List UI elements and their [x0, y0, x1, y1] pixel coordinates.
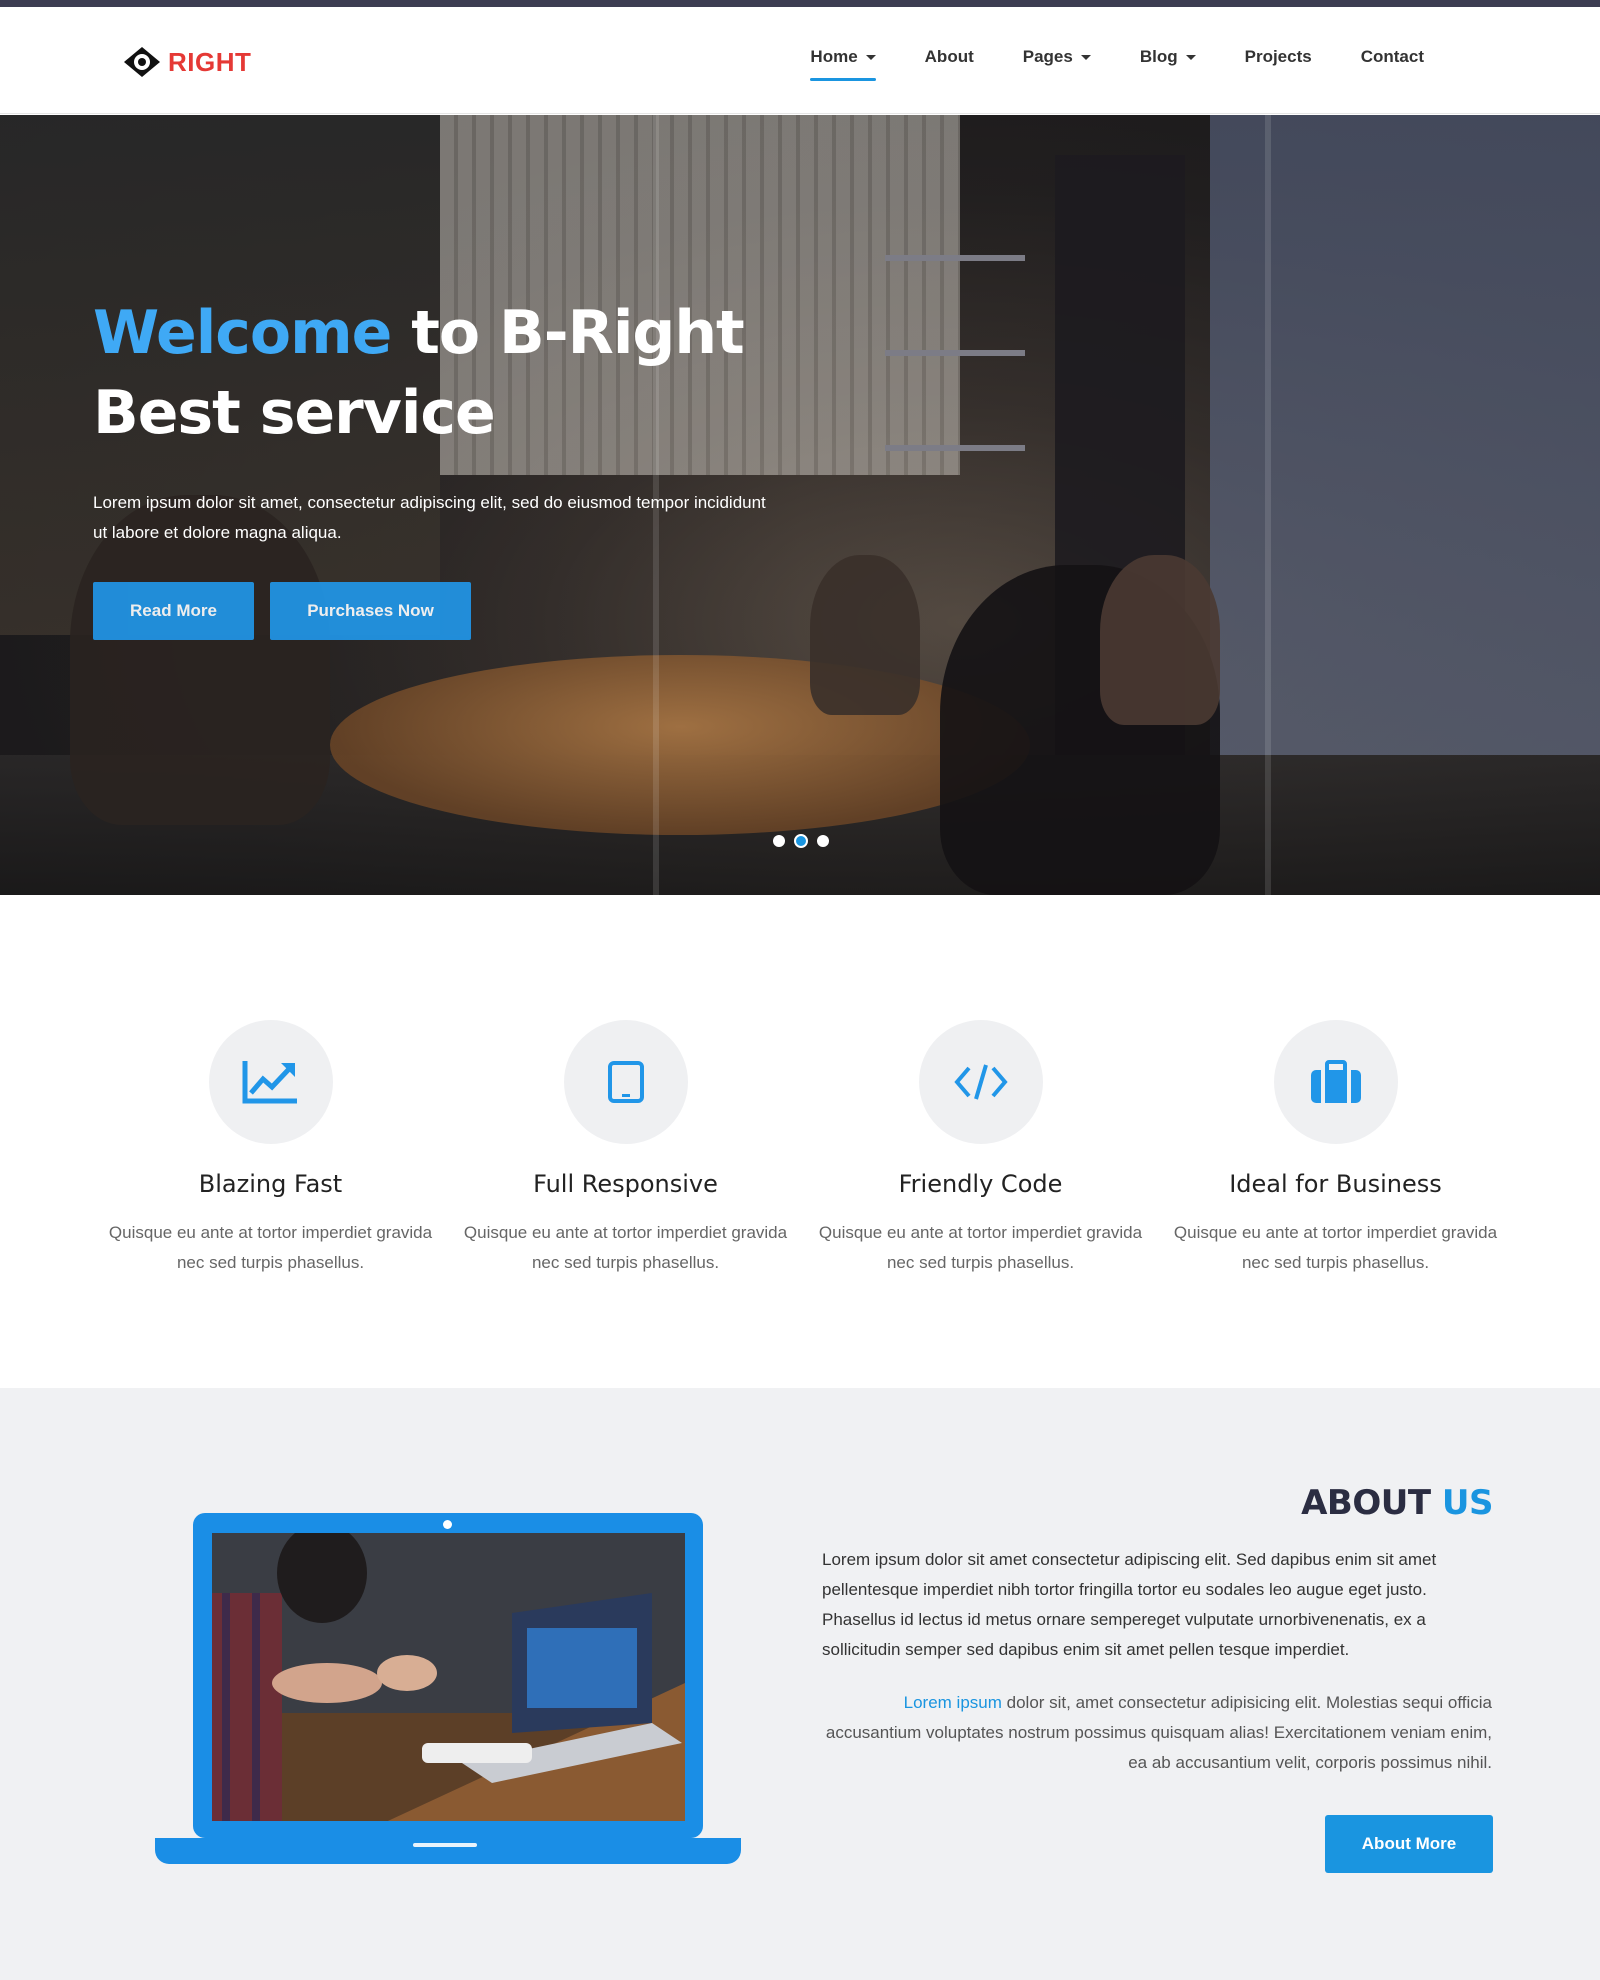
briefcase-icon — [1310, 1060, 1361, 1103]
feature-icon-circle — [563, 1020, 688, 1144]
nav-contact[interactable]: Contact — [1361, 47, 1424, 67]
about-more-button[interactable]: About More — [1325, 1815, 1493, 1873]
nav-contact-label: Contact — [1360, 47, 1424, 66]
feature-card: Friendly Code Quisque eu ante at tortor … — [803, 1020, 1158, 1278]
hero-text: Lorem ipsum dolor sit amet, consectetur … — [93, 493, 766, 542]
feature-desc: Quisque eu ante at tortor imperdiet grav… — [463, 1223, 788, 1272]
hero-bg-table — [330, 655, 1030, 835]
feature-title: Ideal for Business — [1229, 1170, 1442, 1198]
hero-title-accent: Welcome — [93, 298, 392, 368]
hero-bg-shelf — [885, 255, 1025, 261]
hero-bg-shelf — [885, 445, 1025, 451]
slider-dot-2[interactable] — [794, 834, 808, 848]
feature-card: Blazing Fast Quisque eu ante at tortor i… — [93, 1020, 448, 1278]
logo-eye-icon — [120, 45, 164, 79]
about-paragraph-1: Lorem ipsum dolor sit amet consectetur a… — [822, 1550, 1437, 1659]
feature-card: Full Responsive Quisque eu ante at torto… — [448, 1020, 803, 1278]
about-title: ABOUT US — [1301, 1483, 1493, 1523]
active-underline — [810, 78, 876, 81]
about-title-accent: US — [1441, 1483, 1494, 1523]
about-paragraph-2: Lorem ipsum dolor sit, amet consectetur … — [822, 1688, 1492, 1778]
nav-about[interactable]: About — [925, 47, 974, 67]
chevron-down-icon — [1185, 54, 1196, 60]
nav-blog[interactable]: Blog — [1140, 47, 1196, 67]
purchase-now-button[interactable]: Purchases Now — [270, 582, 471, 640]
nav-projects[interactable]: Projects — [1245, 47, 1312, 67]
feature-title: Friendly Code — [898, 1170, 1063, 1198]
code-icon — [953, 1064, 1008, 1100]
laptop-camera — [443, 1520, 452, 1529]
hero-bg-glass — [1265, 115, 1271, 895]
laptop-base — [155, 1838, 741, 1864]
slider-dots — [773, 834, 838, 848]
laptop-screen — [193, 1513, 703, 1838]
hero-bg-person — [1100, 555, 1220, 725]
feature-title: Blazing Fast — [198, 1170, 343, 1198]
feature-desc: Quisque eu ante at tortor imperdiet grav… — [818, 1223, 1143, 1272]
main-nav: Home About Pages Blog Projects Contact — [810, 47, 1424, 81]
slider-dot-1[interactable] — [773, 835, 785, 847]
laptop-illustration — [155, 1513, 741, 1868]
hero-title: Welcome to B-Right Best service — [93, 293, 745, 453]
feature-icon-circle — [208, 1020, 333, 1144]
about-inline-link[interactable]: Lorem ipsum — [904, 1693, 1002, 1712]
nav-projects-label: Projects — [1244, 47, 1312, 66]
about-photo — [212, 1533, 685, 1821]
brand-logo[interactable]: RIGHT — [120, 45, 251, 79]
hero-slider: Welcome to B-Right Best service Lorem ip… — [0, 115, 1600, 895]
feature-icon-circle — [918, 1020, 1043, 1144]
hero-title-line2: Best service — [93, 378, 496, 448]
tablet-icon — [607, 1061, 644, 1103]
nav-home-label: Home — [810, 47, 858, 66]
feature-title: Full Responsive — [533, 1170, 718, 1198]
about-title-main: ABOUT — [1301, 1483, 1442, 1523]
chart-line-icon — [242, 1061, 297, 1104]
slider-dot-3[interactable] — [817, 835, 829, 847]
hero-bg-shelf — [885, 350, 1025, 356]
feature-desc: Quisque eu ante at tortor imperdiet grav… — [1173, 1223, 1498, 1272]
top-accent-bar — [0, 0, 1600, 7]
nav-pages-label: Pages — [1022, 47, 1073, 66]
about-section: ABOUT US Lorem ipsum dolor sit amet cons… — [0, 1388, 1600, 1980]
nav-home[interactable]: Home — [810, 47, 876, 81]
brand-name: RIGHT — [168, 46, 252, 77]
nav-blog-label: Blog — [1139, 47, 1178, 66]
site-header: RIGHT Home About Pages Blog Projects Con… — [0, 7, 1600, 114]
features-section: Blazing Fast Quisque eu ante at tortor i… — [0, 895, 1600, 1388]
laptop-notch — [413, 1843, 477, 1847]
feature-desc: Quisque eu ante at tortor imperdiet grav… — [108, 1223, 433, 1272]
feature-icon-circle — [1273, 1020, 1398, 1144]
feature-card: Ideal for Business Quisque eu ante at to… — [1158, 1020, 1513, 1278]
hero-title-rest: to B-Right — [391, 298, 745, 368]
read-more-button[interactable]: Read More — [93, 582, 254, 640]
hero-bg-person — [810, 555, 920, 715]
nav-about-label: About — [924, 47, 974, 66]
chevron-down-icon — [1080, 54, 1091, 60]
chevron-down-icon — [865, 54, 876, 60]
nav-pages[interactable]: Pages — [1023, 47, 1091, 67]
